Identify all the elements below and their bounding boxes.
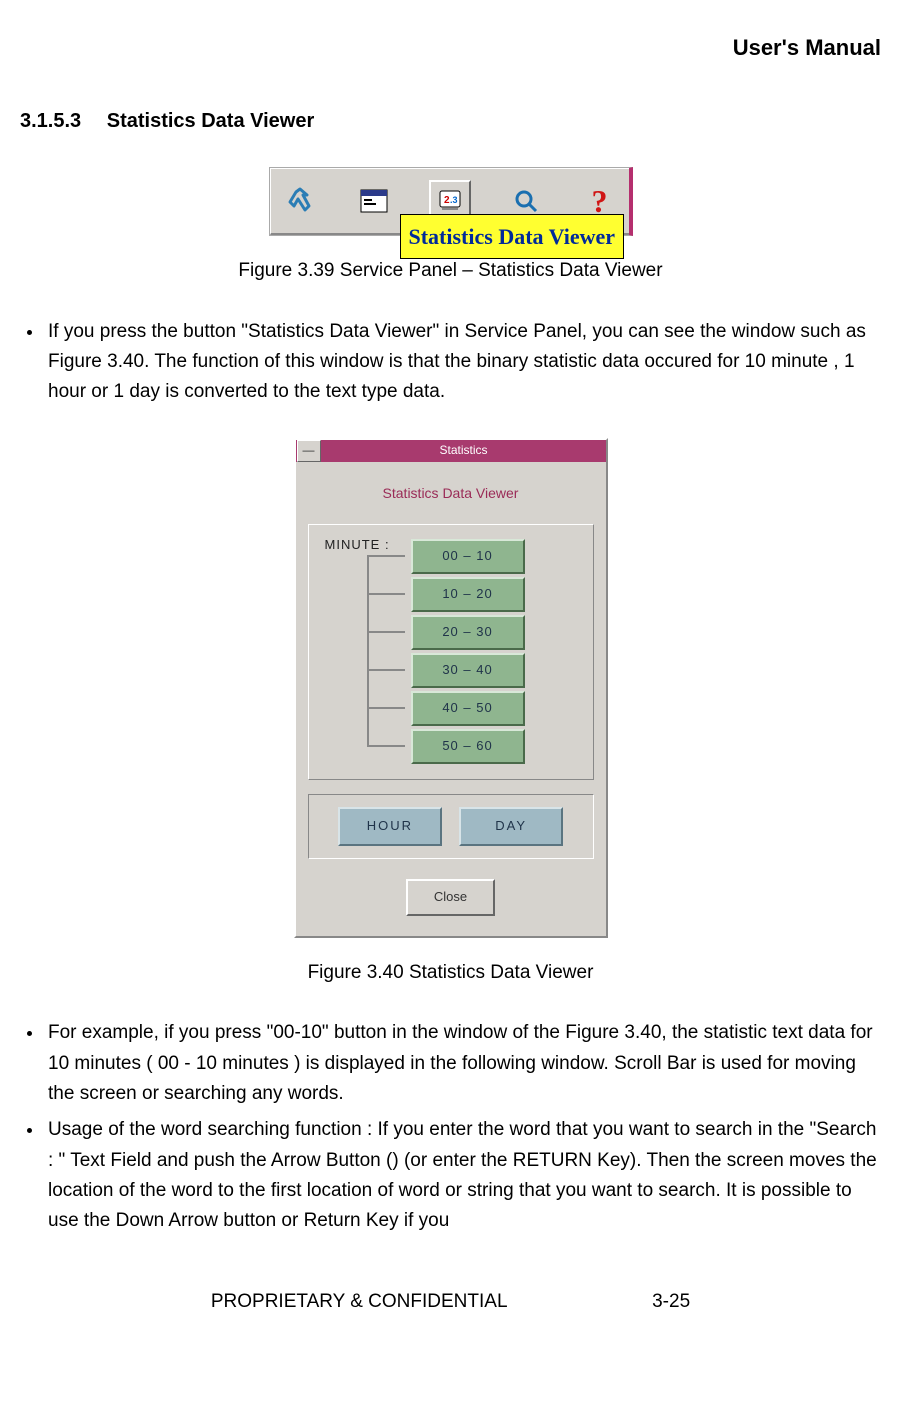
bullet-list-top: If you press the button "Statistics Data… <box>20 317 881 408</box>
minute-section: MINUTE : 00 – 10 10 – 20 20 – 30 30 – 40… <box>308 524 594 780</box>
bullet-list-bottom: For example, if you press "00-10" button… <box>20 1018 881 1237</box>
minute-button-20-30[interactable]: 20 – 30 <box>411 615 525 650</box>
window-title: Statistics <box>322 441 606 460</box>
day-button[interactable]: DAY <box>459 807 563 846</box>
minute-button-50-60[interactable]: 50 – 60 <box>411 729 525 764</box>
hour-day-section: HOUR DAY <box>308 794 594 859</box>
figure-caption-1: Figure 3.39 Service Panel – Statistics D… <box>20 256 881 286</box>
footer-classification: PROPRIETARY & CONFIDENTIAL <box>211 1291 507 1312</box>
panel-title: Statistics Data Viewer <box>308 482 594 504</box>
section-title: Statistics Data Viewer <box>107 110 315 132</box>
section-heading: 3.1.5.3 Statistics Data Viewer <box>20 105 881 137</box>
bullet-item: If you press the button "Statistics Data… <box>44 317 881 408</box>
footer-page-number: 3-25 <box>652 1287 690 1317</box>
minute-button-00-10[interactable]: 00 – 10 <box>411 539 525 574</box>
minute-button-10-20[interactable]: 10 – 20 <box>411 577 525 612</box>
window-titlebar: — Statistics <box>296 440 606 462</box>
window-icon[interactable] <box>355 182 393 220</box>
tooltip-stats-viewer: Statistics Data Viewer <box>400 214 625 259</box>
recycle-icon[interactable] <box>281 182 319 220</box>
figure-stats-window: — Statistics Statistics Data Viewer MINU… <box>20 438 881 938</box>
bullet-item: Usage of the word searching function : I… <box>44 1115 881 1237</box>
figure-caption-2: Figure 3.40 Statistics Data Viewer <box>20 958 881 988</box>
hour-button[interactable]: HOUR <box>338 807 442 846</box>
page-footer: PROPRIETARY & CONFIDENTIAL 3-25 <box>20 1287 881 1317</box>
figure-toolbar: 2.3 ? Statistics Data Viewer <box>20 167 881 236</box>
document-header: User's Manual <box>20 30 881 65</box>
system-menu-icon[interactable]: — <box>297 440 321 462</box>
service-panel-toolbar: 2.3 ? Statistics Data Viewer <box>269 167 633 236</box>
minute-button-40-50[interactable]: 40 – 50 <box>411 691 525 726</box>
statistics-window: — Statistics Statistics Data Viewer MINU… <box>294 438 608 938</box>
svg-text:.3: .3 <box>450 195 458 205</box>
bullet-item: For example, if you press "00-10" button… <box>44 1018 881 1109</box>
section-number: 3.1.5.3 <box>20 105 81 137</box>
minute-button-30-40[interactable]: 30 – 40 <box>411 653 525 688</box>
close-button[interactable]: Close <box>406 879 495 916</box>
